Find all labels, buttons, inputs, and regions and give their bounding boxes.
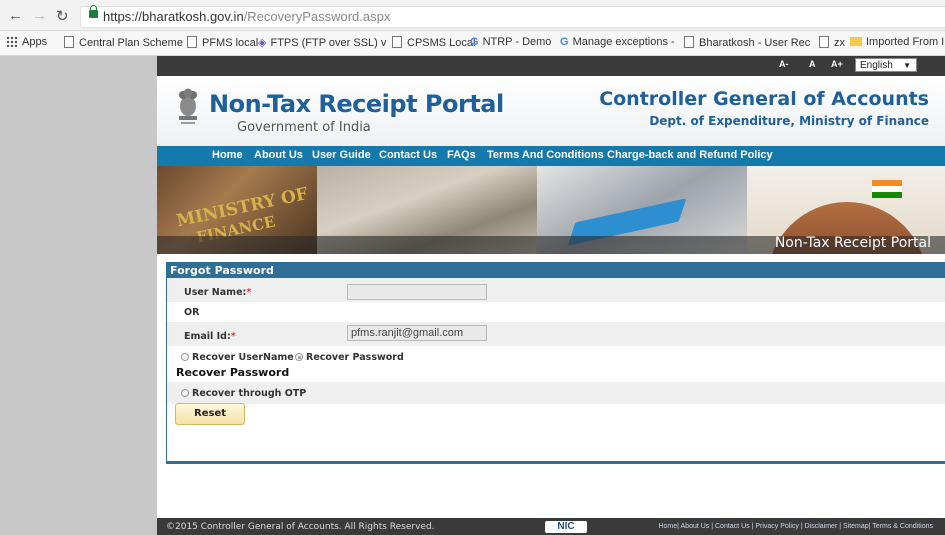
- page-icon: [187, 36, 197, 48]
- nav-home[interactable]: Home: [212, 149, 243, 161]
- page-content: A- A A+ English ▼ Non-Tax Receipt Portal …: [157, 56, 945, 535]
- language-select[interactable]: English ▼: [855, 58, 917, 72]
- bookmarks-bar: Apps Central Plan Scheme PFMS local ◈ FTP…: [0, 31, 945, 56]
- radio-button-icon: [181, 389, 189, 397]
- bookmark-zx[interactable]: zx: [819, 36, 845, 49]
- recovery-option-row: Recover UserName Recover Password: [167, 346, 945, 366]
- username-row: User Name:*: [167, 278, 945, 302]
- font-normal-button[interactable]: A: [809, 59, 816, 69]
- section-heading: Recover Password: [176, 366, 290, 379]
- footer-links[interactable]: Home| About Us | Contact Us | Privacy Po…: [658, 523, 933, 530]
- site-subtitle: Government of India: [237, 120, 371, 135]
- dropdown-arrow-icon: ▼: [903, 61, 911, 70]
- section-heading-row: Recover Password: [167, 364, 945, 384]
- email-input[interactable]: [347, 325, 487, 341]
- nav-contact-us[interactable]: Contact Us: [379, 149, 437, 161]
- page-icon: [819, 36, 829, 48]
- email-label: Email Id:*: [184, 331, 236, 342]
- banner-image: MINISTRY OF FINANCE Non-Tax Receipt Port…: [157, 166, 945, 254]
- or-label: OR: [184, 307, 200, 318]
- font-increase-button[interactable]: A+: [831, 59, 843, 69]
- username-label: User Name:*: [184, 287, 252, 298]
- org-subtitle: Dept. of Expenditure, Ministry of Financ…: [649, 114, 929, 128]
- nav-user-guide[interactable]: User Guide: [312, 149, 371, 161]
- or-row: OR: [167, 302, 945, 322]
- copyright-text: ©2015 Controller General of Accounts. Al…: [166, 522, 435, 532]
- forgot-password-panel: Forgot Password User Name:* OR Email Id:…: [166, 262, 945, 464]
- nav-faqs[interactable]: FAQs: [447, 149, 476, 161]
- url-text: https://bharatkosh.gov.in/RecoveryPasswo…: [103, 9, 391, 24]
- bookmark-central-plan-scheme[interactable]: Central Plan Scheme: [64, 36, 183, 49]
- radio-button-selected-icon: [295, 353, 303, 361]
- otp-row: Recover through OTP: [167, 382, 945, 404]
- nav-about-us[interactable]: About Us: [254, 149, 303, 161]
- forward-arrow-icon[interactable]: →: [32, 7, 47, 24]
- recover-password-option[interactable]: Recover Password: [295, 352, 404, 363]
- nav-refund-policy[interactable]: Charge-back and Refund Policy: [607, 149, 773, 161]
- page-icon: [392, 36, 402, 48]
- panel-title: Forgot Password: [167, 263, 945, 278]
- bookmark-apps[interactable]: Apps: [6, 36, 47, 48]
- page-icon: [64, 36, 74, 48]
- radio-button-icon: [181, 353, 189, 361]
- site-title: Non-Tax Receipt Portal: [209, 90, 504, 118]
- google-icon: G: [470, 36, 479, 48]
- reload-icon[interactable]: ↻: [56, 7, 69, 25]
- recover-through-otp-option[interactable]: Recover through OTP: [181, 388, 306, 399]
- bookmark-pfms-local[interactable]: PFMS local: [187, 36, 258, 49]
- google-icon: G: [560, 36, 569, 48]
- lock-icon: [89, 5, 98, 18]
- recover-username-option[interactable]: Recover UserName: [181, 352, 294, 363]
- font-decrease-button[interactable]: A-: [779, 59, 789, 69]
- banner-caption: Non-Tax Receipt Portal: [774, 235, 931, 251]
- org-title: Controller General of Accounts: [599, 88, 929, 110]
- address-bar[interactable]: https://bharatkosh.gov.in/RecoveryPasswo…: [80, 5, 945, 28]
- bookmark-ftps[interactable]: ◈ FTPS (FTP over SSL) v: [258, 36, 386, 49]
- top-utility-bar: A- A A+ English ▼: [157, 56, 945, 76]
- bookmark-manage-exceptions[interactable]: G Manage exceptions -: [560, 36, 675, 48]
- folder-icon: [850, 37, 862, 46]
- nic-logo: NIC: [545, 521, 587, 533]
- main-nav: Home About Us User Guide Contact Us FAQs…: [157, 146, 945, 166]
- back-arrow-icon[interactable]: ←: [8, 7, 23, 24]
- browser-toolbar: ← → ↻ https://bharatkosh.gov.in/Recovery…: [0, 0, 945, 31]
- apps-icon: [6, 36, 17, 47]
- national-emblem-icon: [179, 88, 197, 124]
- bookmark-bharatkosh[interactable]: Bharatkosh - User Rec: [684, 36, 810, 49]
- bookmark-cpsms-local[interactable]: CPSMS Local: [392, 36, 475, 49]
- page-icon: [684, 36, 694, 48]
- bookmark-imported-from-ie[interactable]: Imported From IE: [850, 36, 945, 48]
- diamond-icon: ◈: [258, 37, 267, 49]
- username-input[interactable]: [347, 284, 487, 300]
- site-header: Non-Tax Receipt Portal Government of Ind…: [157, 76, 945, 146]
- email-row: Email Id:*: [167, 322, 945, 346]
- nav-terms[interactable]: Terms And Conditions: [487, 149, 604, 161]
- reset-button[interactable]: Reset: [175, 403, 245, 425]
- bookmark-ntrp-demo[interactable]: G NTRP - Demo: [470, 36, 551, 48]
- site-footer: ©2015 Controller General of Accounts. Al…: [157, 518, 945, 535]
